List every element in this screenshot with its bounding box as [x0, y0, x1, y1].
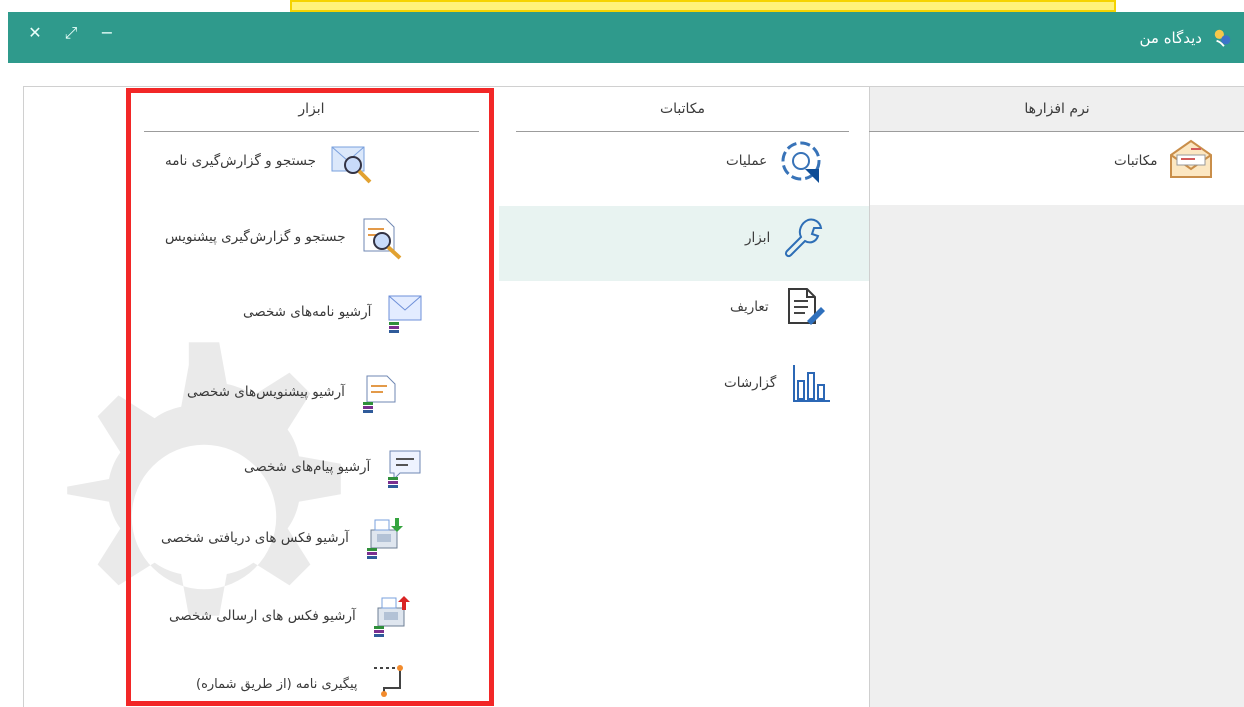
window-title-area: دیدگاه من [1139, 12, 1234, 63]
tools-column-header: ابزار [298, 101, 325, 117]
draft-archive-label: آرشیو پیشنویس‌های شخصی [187, 384, 345, 400]
track-letter-label: پیگیری نامه (از طریق شماره) [196, 676, 358, 692]
window-controls: ✕ ⤢ − [26, 24, 116, 42]
correspondence-header-line [516, 131, 849, 132]
bar-chart-icon [793, 365, 831, 402]
tool-item-message-archive[interactable]: آرشیو پیام‌های شخصی [244, 441, 430, 493]
software-header-line [869, 131, 1244, 132]
mail-search-label: جستجو و گزارش‌گیری نامه [165, 153, 317, 169]
fax-received-icon [366, 518, 403, 559]
tool-item-draft-archive[interactable]: آرشیو پیشنویس‌های شخصی [187, 366, 405, 418]
tool-item-mail-search[interactable]: جستجو و گزارش‌گیری نامه [165, 135, 376, 187]
software-column-header: نرم افزارها [1024, 101, 1090, 117]
message-archive-label: آرشیو پیام‌های شخصی [244, 459, 371, 475]
document-pen-icon [787, 288, 825, 325]
correspondence-item-tools[interactable]: ابزار [745, 212, 830, 264]
correspondence-column-header: مکاتبات [659, 101, 706, 117]
wrench-icon [785, 218, 823, 258]
tool-item-draft-search[interactable]: جستجو و گزارش‌گیری پیشنویس [165, 211, 406, 263]
software-item-correspondence[interactable]: مکاتبات [1114, 135, 1217, 187]
draft-search-label: جستجو و گزارش‌گیری پیشنویس [165, 229, 346, 245]
reports-label: گزارشات [724, 375, 777, 391]
operations-label: عملیات [726, 153, 768, 169]
tools-label: ابزار [745, 230, 771, 246]
draft-search-icon [363, 218, 401, 260]
draft-archive-icon [362, 375, 396, 413]
definitions-label: تعاریف [730, 299, 769, 315]
app-logo-icon [1214, 29, 1231, 47]
tool-item-mail-archive[interactable]: آرشیو نامه‌های شخصی [243, 286, 431, 338]
envelope-icon [1170, 139, 1213, 178]
main-panel: نرم افزارها مکاتبات ابزار مکاتبات عملیات… [23, 86, 1244, 707]
track-letter-icon [373, 665, 403, 697]
window-titlebar: ✕ ⤢ − دیدگاه من [8, 12, 1244, 63]
software-item-label: مکاتبات [1114, 153, 1158, 169]
minimize-icon[interactable]: − [98, 24, 116, 42]
top-highlight-bar [290, 0, 1116, 12]
window-title: دیدگاه من [1139, 28, 1202, 47]
fax-received-label: آرشیو فکس های دریافتی شخصی [161, 530, 349, 546]
tools-header-line [144, 131, 479, 132]
fax-sent-icon [373, 596, 410, 637]
operations-icon [781, 141, 821, 183]
correspondence-item-reports[interactable]: گزارشات [724, 357, 836, 409]
tool-item-track-letter[interactable]: پیگیری نامه (از طریق شماره) [196, 658, 418, 707]
close-icon[interactable]: ✕ [26, 24, 44, 42]
correspondence-item-operations[interactable]: عملیات [726, 135, 827, 187]
mail-archive-icon [388, 295, 422, 333]
mail-archive-label: آرشیو نامه‌های شخصی [243, 304, 372, 320]
correspondence-item-definitions[interactable]: تعاریف [730, 281, 829, 333]
message-archive-icon [388, 450, 421, 488]
tool-item-fax-received[interactable]: آرشیو فکس های دریافتی شخصی [161, 512, 409, 564]
mail-search-icon [331, 146, 372, 184]
expand-icon[interactable]: ⤢ [62, 24, 80, 42]
tool-item-fax-sent[interactable]: آرشیو فکس های ارسالی شخصی [169, 590, 416, 642]
fax-sent-label: آرشیو فکس های ارسالی شخصی [169, 608, 356, 624]
